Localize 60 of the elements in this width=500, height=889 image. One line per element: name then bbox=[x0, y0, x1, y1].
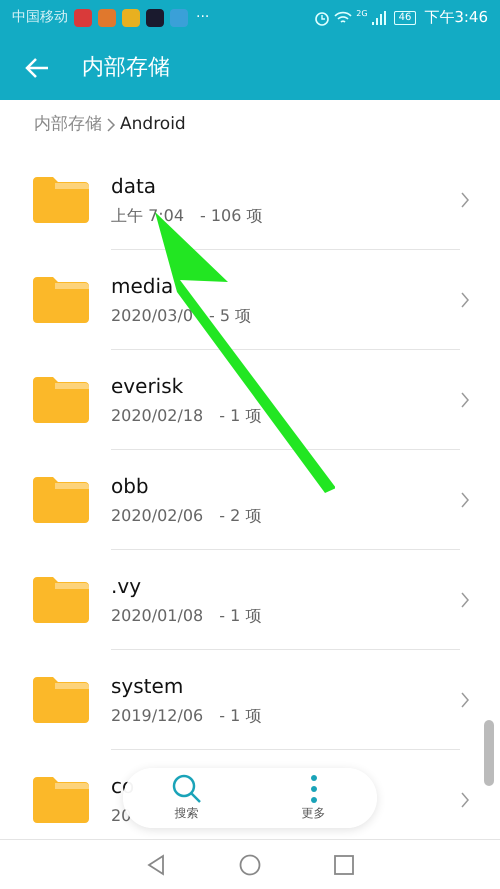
app-icon bbox=[146, 8, 164, 26]
modified-date: 20 bbox=[111, 805, 132, 827]
chevron-icon bbox=[460, 191, 470, 209]
recents-icon[interactable] bbox=[334, 854, 354, 874]
item-count: - 1 项 bbox=[219, 704, 262, 726]
folder-name: .vy bbox=[111, 572, 142, 600]
scrollbar-thumb bbox=[484, 720, 494, 786]
battery-indicator: 46 bbox=[394, 10, 416, 24]
chevron-icon bbox=[460, 291, 470, 309]
back-icon[interactable] bbox=[146, 854, 166, 876]
folder-name: everisk bbox=[111, 372, 184, 400]
item-count: - 1 项 bbox=[219, 604, 262, 626]
folder-name: co bbox=[111, 773, 134, 800]
chevron-icon bbox=[106, 117, 116, 133]
search-icon bbox=[170, 774, 202, 804]
folder-row[interactable]: system 2019/12/06 - 1 项 bbox=[0, 650, 500, 750]
network-label: 2G bbox=[356, 8, 368, 20]
clock: 下午3:46 bbox=[424, 7, 488, 28]
more-icon bbox=[310, 774, 318, 804]
modified-date: 2020/02/18 bbox=[111, 404, 204, 426]
signal-icon bbox=[372, 10, 386, 24]
folder-icon bbox=[33, 377, 89, 423]
folder-icon bbox=[33, 477, 89, 523]
breadcrumb-current: Android bbox=[120, 113, 186, 136]
modified-date: 2020/01/08 bbox=[111, 604, 204, 626]
app-icon bbox=[122, 8, 140, 26]
more-label: ··· bbox=[196, 8, 210, 27]
search-button[interactable]: 搜索 bbox=[156, 774, 216, 822]
app-icon bbox=[74, 8, 92, 26]
carrier-label: 中国移动 bbox=[12, 8, 68, 27]
alarm-icon bbox=[314, 10, 330, 26]
folder-icon bbox=[33, 777, 89, 823]
breadcrumb-link[interactable]: 内部存储 bbox=[34, 112, 102, 138]
more-button[interactable]: 更多 bbox=[284, 774, 344, 822]
modified-date: 2020/03/0 bbox=[111, 304, 194, 326]
folder-icon bbox=[33, 177, 89, 223]
folder-icon bbox=[33, 677, 89, 723]
folder-icon bbox=[33, 277, 89, 323]
wifi-icon bbox=[334, 10, 352, 24]
modified-date: 2020/02/06 bbox=[111, 504, 204, 526]
folder-name: obb bbox=[111, 472, 149, 500]
app-icon bbox=[170, 8, 188, 26]
modified-date: 2019/12/06 bbox=[111, 704, 204, 726]
chevron-icon bbox=[460, 391, 470, 409]
page-title: 内部存储 bbox=[82, 54, 170, 82]
chevron-icon bbox=[460, 591, 470, 609]
home-icon[interactable] bbox=[238, 854, 261, 876]
item-count: - 106 项 bbox=[200, 204, 262, 226]
folder-name: media bbox=[111, 272, 174, 300]
folder-row[interactable]: .vy 2020/01/08 - 1 项 bbox=[0, 550, 500, 650]
folder-icon bbox=[33, 577, 89, 623]
folder-name: system bbox=[111, 672, 184, 700]
item-count: - 2 项 bbox=[219, 504, 262, 526]
chevron-icon bbox=[460, 791, 470, 809]
item-count: - 1 项 bbox=[219, 404, 262, 426]
item-count: - 5 项 bbox=[209, 304, 252, 326]
folder-name: data bbox=[111, 172, 156, 200]
chevron-icon bbox=[460, 691, 470, 709]
chevron-icon bbox=[460, 491, 470, 509]
app-icon bbox=[98, 8, 116, 26]
